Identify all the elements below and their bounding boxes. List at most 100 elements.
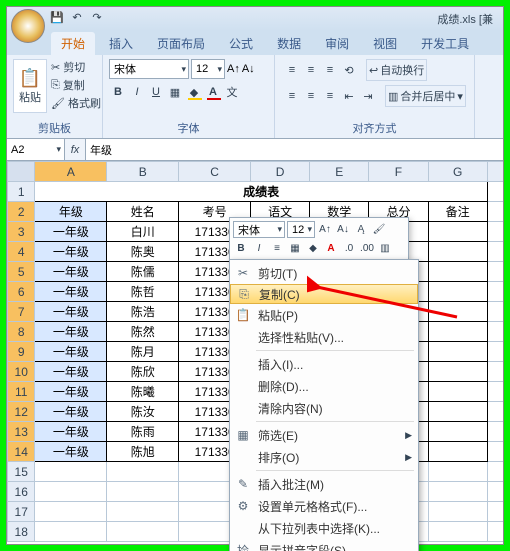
tab-开发工具[interactable]: 开发工具: [411, 32, 479, 55]
row-header-12[interactable]: 12: [8, 402, 35, 422]
tab-视图[interactable]: 视图: [363, 32, 407, 55]
data-cell[interactable]: 陈曦: [107, 382, 179, 402]
italic-icon[interactable]: I: [251, 240, 267, 256]
empty-cell[interactable]: [35, 482, 107, 502]
indent-dec-icon[interactable]: ⇤: [340, 87, 358, 105]
data-cell[interactable]: 陈奥: [107, 242, 179, 262]
empty-cell[interactable]: [107, 522, 179, 542]
style-icon[interactable]: Ą: [353, 222, 369, 238]
data-cell[interactable]: 一年级: [35, 282, 107, 302]
col-header-C[interactable]: C: [179, 162, 251, 182]
copy-button[interactable]: ⎘复制: [51, 77, 101, 93]
col-header-B[interactable]: B: [107, 162, 179, 182]
menu-item[interactable]: 排序(O)▶: [230, 446, 418, 468]
grow-font-icon[interactable]: A↑: [317, 222, 333, 238]
align-middle-icon[interactable]: ≡: [302, 61, 320, 79]
empty-cell[interactable]: [107, 502, 179, 522]
merge-center-button[interactable]: ▥合并后居中▾: [385, 85, 466, 107]
data-cell[interactable]: 陈欣: [107, 362, 179, 382]
data-cell[interactable]: 一年级: [35, 222, 107, 242]
col-header-G[interactable]: G: [428, 162, 487, 182]
data-cell[interactable]: [428, 242, 487, 262]
fill-color-icon[interactable]: ◆: [185, 83, 203, 101]
empty-cell[interactable]: [428, 522, 487, 542]
row-header-8[interactable]: 8: [8, 322, 35, 342]
align-bottom-icon[interactable]: ≡: [321, 61, 339, 79]
data-cell[interactable]: [428, 362, 487, 382]
empty-cell[interactable]: [35, 502, 107, 522]
row-header-14[interactable]: 14: [8, 442, 35, 462]
col-header-D[interactable]: D: [251, 162, 310, 182]
font-color-icon[interactable]: A: [323, 240, 339, 256]
name-box[interactable]: A2: [7, 139, 65, 160]
undo-icon[interactable]: ↶: [69, 11, 85, 27]
decimal-inc-icon[interactable]: .00: [359, 240, 375, 256]
col-header-E[interactable]: E: [310, 162, 369, 182]
menu-item[interactable]: ⎘复制(C): [230, 284, 418, 304]
decimal-dec-icon[interactable]: .0: [341, 240, 357, 256]
row-header-9[interactable]: 9: [8, 342, 35, 362]
italic-icon[interactable]: I: [128, 83, 146, 101]
data-cell[interactable]: 一年级: [35, 402, 107, 422]
menu-item[interactable]: 捡显示拼音字段(S): [230, 539, 418, 551]
row-header-2[interactable]: 2: [8, 202, 35, 222]
menu-item[interactable]: 从下拉列表中选择(K)...: [230, 517, 418, 539]
empty-cell[interactable]: [487, 522, 503, 542]
font-size-combo[interactable]: 12: [191, 59, 225, 79]
empty-cell[interactable]: [35, 522, 107, 542]
bold-icon[interactable]: B: [233, 240, 249, 256]
data-cell[interactable]: 白川: [107, 222, 179, 242]
data-cell[interactable]: 陈哲: [107, 282, 179, 302]
data-cell[interactable]: [428, 422, 487, 442]
formula-input[interactable]: 年级: [85, 139, 503, 160]
font-color-icon[interactable]: A: [204, 83, 222, 101]
merge-icon[interactable]: ▥: [377, 240, 393, 256]
align-center-icon[interactable]: ≡: [269, 240, 285, 256]
empty-cell[interactable]: [107, 482, 179, 502]
row-header-4[interactable]: 4: [8, 242, 35, 262]
office-button[interactable]: [11, 9, 45, 43]
row-header-13[interactable]: 13: [8, 422, 35, 442]
data-cell[interactable]: 一年级: [35, 422, 107, 442]
empty-cell[interactable]: [428, 502, 487, 522]
row-header-6[interactable]: 6: [8, 282, 35, 302]
menu-item[interactable]: ✂剪切(T): [230, 262, 418, 284]
row-header-7[interactable]: 7: [8, 302, 35, 322]
row-header-5[interactable]: 5: [8, 262, 35, 282]
tab-插入[interactable]: 插入: [99, 32, 143, 55]
data-cell[interactable]: [428, 342, 487, 362]
menu-item[interactable]: 删除(D)...: [230, 375, 418, 397]
data-cell[interactable]: 陈浩: [107, 302, 179, 322]
data-cell[interactable]: 陈然: [107, 322, 179, 342]
col-header-A[interactable]: A: [35, 162, 107, 182]
empty-cell[interactable]: [107, 462, 179, 482]
shrink-font-icon[interactable]: A↓: [242, 63, 255, 75]
align-center-icon[interactable]: ≡: [302, 87, 320, 105]
row-header-1[interactable]: 1: [8, 182, 35, 202]
format-painter-button[interactable]: 🖌格式刷: [51, 95, 101, 111]
tab-开始[interactable]: 开始: [51, 32, 95, 55]
menu-item[interactable]: 插入(I)...: [230, 353, 418, 375]
mini-size-combo[interactable]: 12: [287, 221, 315, 238]
menu-item[interactable]: 清除内容(N): [230, 397, 418, 419]
phonetic-icon[interactable]: 文: [223, 83, 241, 101]
data-cell[interactable]: 陈月: [107, 342, 179, 362]
data-cell[interactable]: 一年级: [35, 362, 107, 382]
row-header-15[interactable]: 15: [8, 462, 35, 482]
data-cell[interactable]: 陈汝: [107, 402, 179, 422]
font-family-combo[interactable]: 宋体: [109, 59, 189, 79]
data-cell[interactable]: 陈雨: [107, 422, 179, 442]
data-cell[interactable]: [428, 262, 487, 282]
row-header-11[interactable]: 11: [8, 382, 35, 402]
border-icon[interactable]: ▦: [287, 240, 303, 256]
data-cell[interactable]: [428, 402, 487, 422]
align-right-icon[interactable]: ≡: [321, 87, 339, 105]
empty-cell[interactable]: [35, 462, 107, 482]
fx-icon[interactable]: fx: [65, 139, 85, 160]
align-top-icon[interactable]: ≡: [283, 61, 301, 79]
paste-button[interactable]: 📋 粘贴: [13, 59, 47, 113]
tab-页面布局[interactable]: 页面布局: [147, 32, 215, 55]
fill-color-icon[interactable]: ◆: [305, 240, 321, 256]
empty-cell[interactable]: [428, 462, 487, 482]
data-cell[interactable]: 陈旭: [107, 442, 179, 462]
